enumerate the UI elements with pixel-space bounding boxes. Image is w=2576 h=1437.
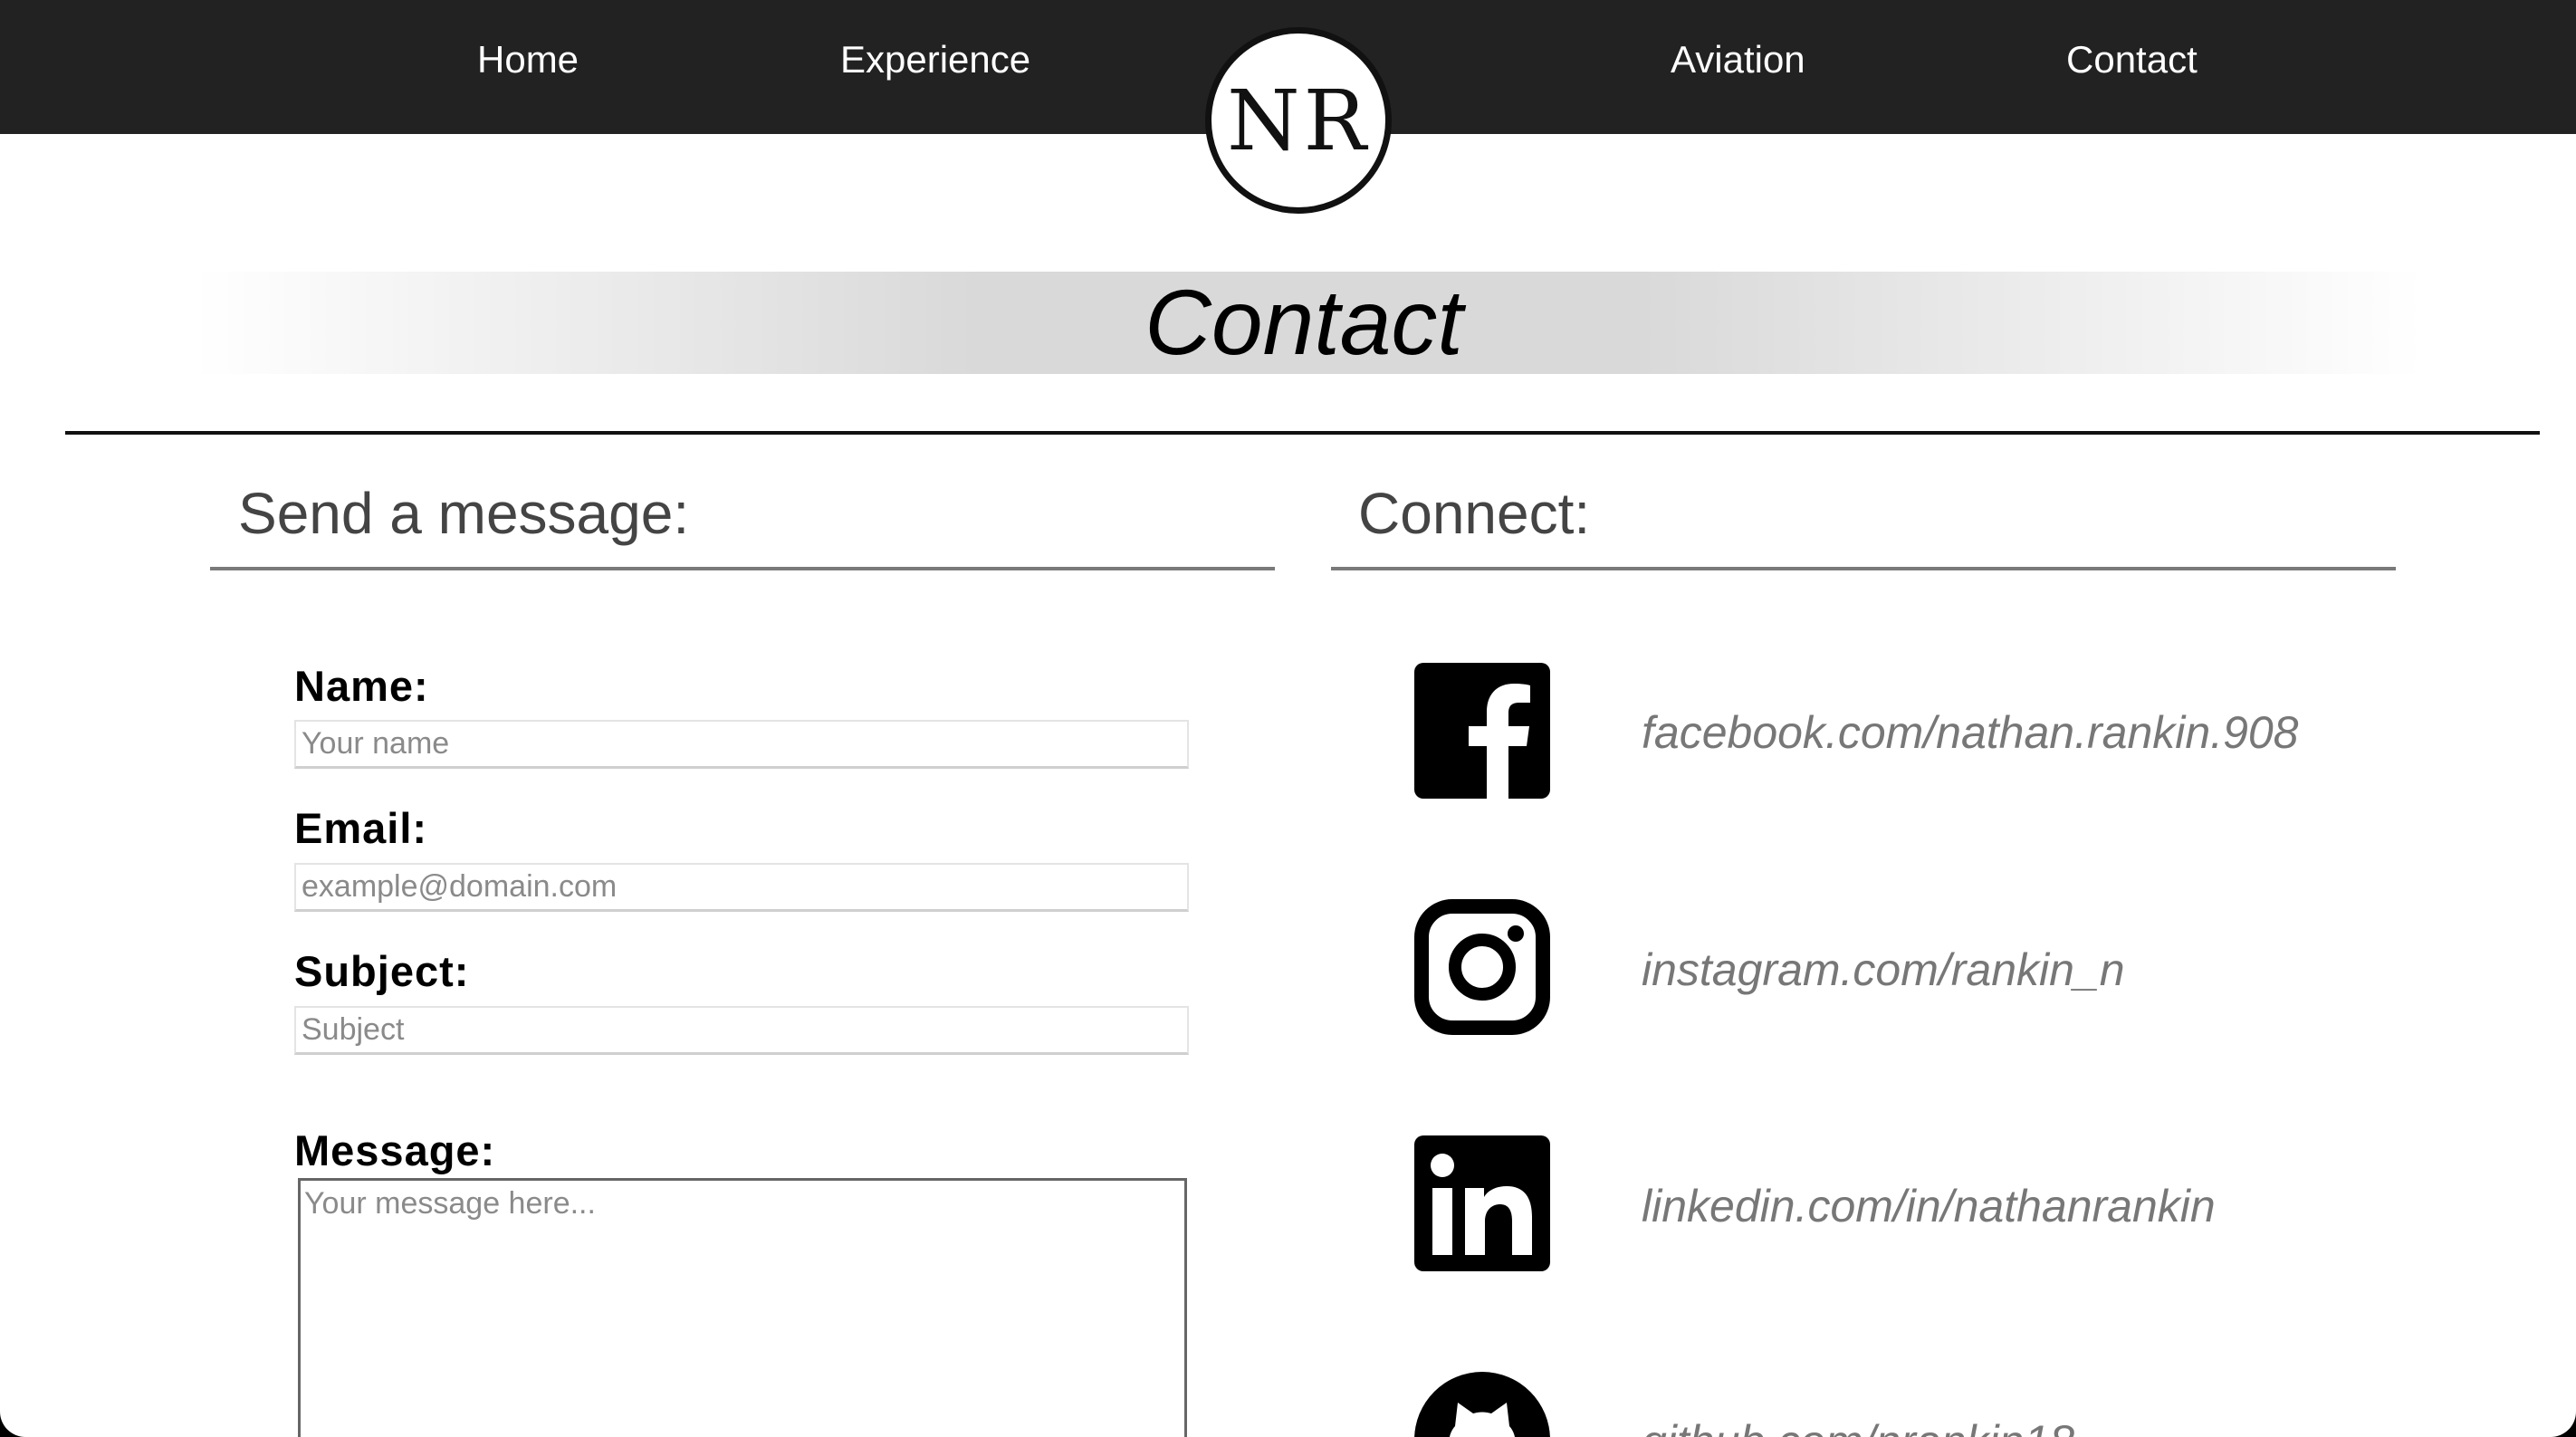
- title-divider: [65, 431, 2540, 435]
- facebook-icon[interactable]: [1414, 663, 1550, 799]
- name-label: Name:: [294, 662, 429, 710]
- nav-link-aviation[interactable]: Aviation: [1671, 38, 1805, 81]
- email-input[interactable]: [294, 863, 1189, 912]
- message-textarea[interactable]: [298, 1178, 1187, 1437]
- linkedin-link[interactable]: linkedin.com/in/nathanrankin: [1642, 1180, 2216, 1232]
- instagram-icon[interactable]: [1414, 899, 1550, 1035]
- github-icon[interactable]: [1414, 1372, 1550, 1437]
- contact-page: Home Experience Aviation Contact NR Cont…: [0, 0, 2576, 1437]
- email-label: Email:: [294, 804, 428, 852]
- message-label: Message:: [294, 1126, 496, 1174]
- send-message-divider: [210, 567, 1275, 570]
- connect-divider: [1331, 567, 2396, 570]
- page-title: Contact: [1144, 271, 1463, 374]
- site-logo[interactable]: NR: [1205, 27, 1392, 214]
- subject-label: Subject:: [294, 947, 470, 995]
- github-link[interactable]: github.com/nrankin18: [1642, 1415, 2074, 1437]
- subject-input[interactable]: [294, 1006, 1189, 1055]
- facebook-link[interactable]: facebook.com/nathan.rankin.908: [1642, 706, 2299, 759]
- nav-link-contact[interactable]: Contact: [2066, 38, 2198, 81]
- instagram-link[interactable]: instagram.com/rankin_n: [1642, 944, 2125, 996]
- linkedin-icon[interactable]: [1414, 1135, 1550, 1271]
- send-message-heading: Send a message:: [238, 481, 690, 546]
- name-input[interactable]: [294, 720, 1189, 769]
- connect-heading: Connect:: [1358, 481, 1591, 546]
- nav-link-experience[interactable]: Experience: [840, 38, 1030, 81]
- nav-link-home[interactable]: Home: [477, 38, 579, 81]
- logo-text: NR: [1227, 72, 1370, 169]
